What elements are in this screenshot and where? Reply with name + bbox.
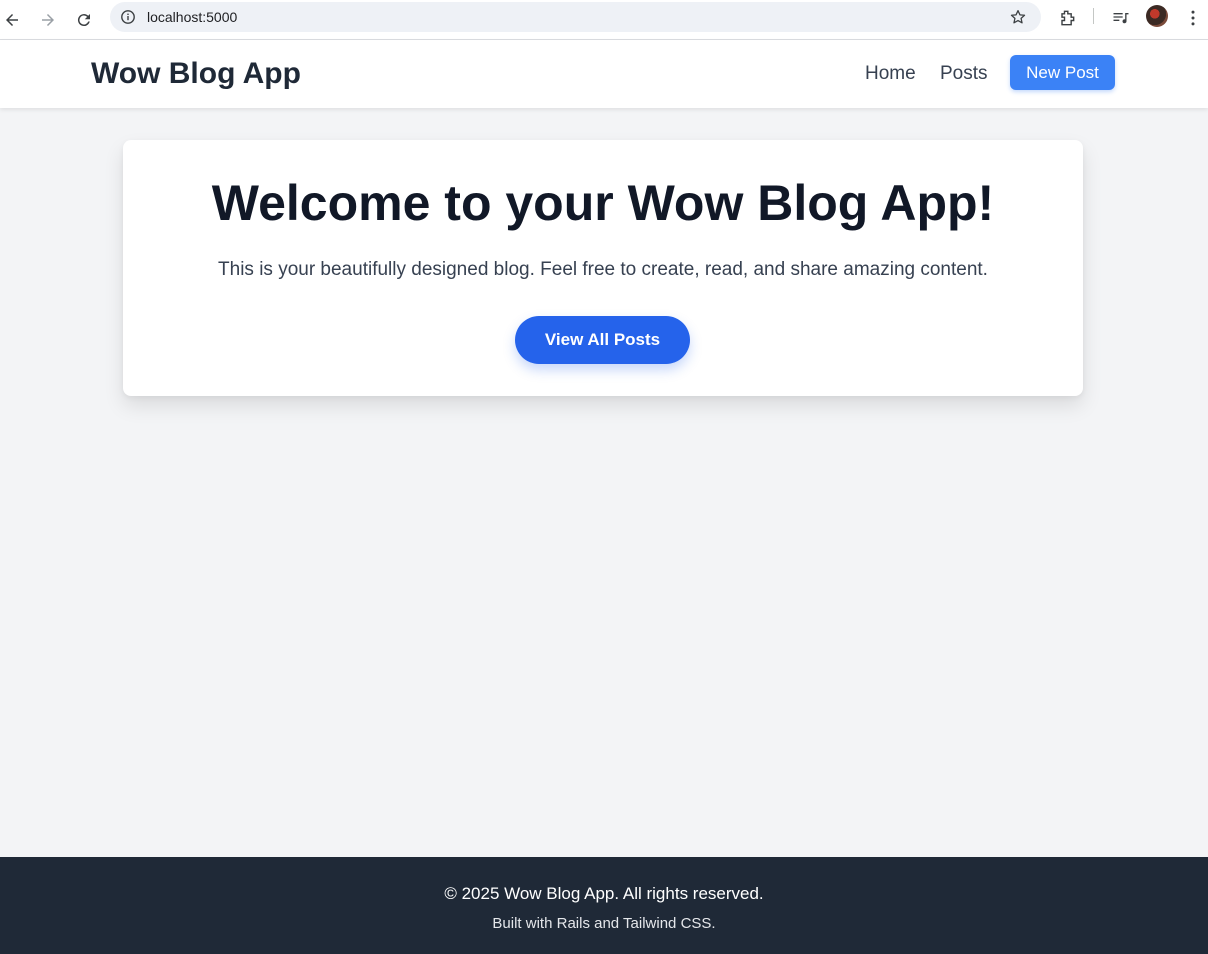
forward-icon[interactable] [34, 6, 62, 34]
brand-logo[interactable]: Wow Blog App [91, 57, 301, 91]
extensions-icon[interactable] [1055, 6, 1079, 30]
view-all-posts-button[interactable]: View All Posts [515, 316, 690, 364]
footer-built-with: Built with Rails and Tailwind CSS. [492, 915, 716, 932]
hero-title: Welcome to your Wow Blog App! [211, 175, 995, 231]
bookmark-star-icon[interactable] [1009, 8, 1027, 26]
hero-card: Welcome to your Wow Blog App! This is yo… [123, 140, 1083, 396]
footer-copyright: © 2025 Wow Blog App. All rights reserved… [444, 884, 764, 903]
hero-subtitle: This is your beautifully designed blog. … [218, 259, 988, 280]
nav-link-posts[interactable]: Posts [940, 63, 988, 85]
site-info-icon[interactable] [120, 9, 136, 25]
site-footer: © 2025 Wow Blog App. All rights reserved… [0, 857, 1208, 954]
site-header: Wow Blog App Home Posts New Post [0, 40, 1208, 108]
nav-link-home[interactable]: Home [865, 63, 916, 85]
toolbar-divider [1093, 8, 1094, 24]
new-post-button[interactable]: New Post [1010, 55, 1115, 90]
url-text[interactable]: localhost:5000 [147, 9, 237, 25]
browser-toolbar: localhost:5000 [0, 0, 1208, 40]
profile-avatar[interactable] [1146, 5, 1168, 27]
media-controls-icon[interactable] [1109, 6, 1133, 30]
back-icon[interactable] [0, 6, 26, 34]
more-menu-icon[interactable] [1181, 6, 1205, 30]
address-bar[interactable]: localhost:5000 [110, 2, 1041, 32]
reload-icon[interactable] [70, 6, 98, 34]
